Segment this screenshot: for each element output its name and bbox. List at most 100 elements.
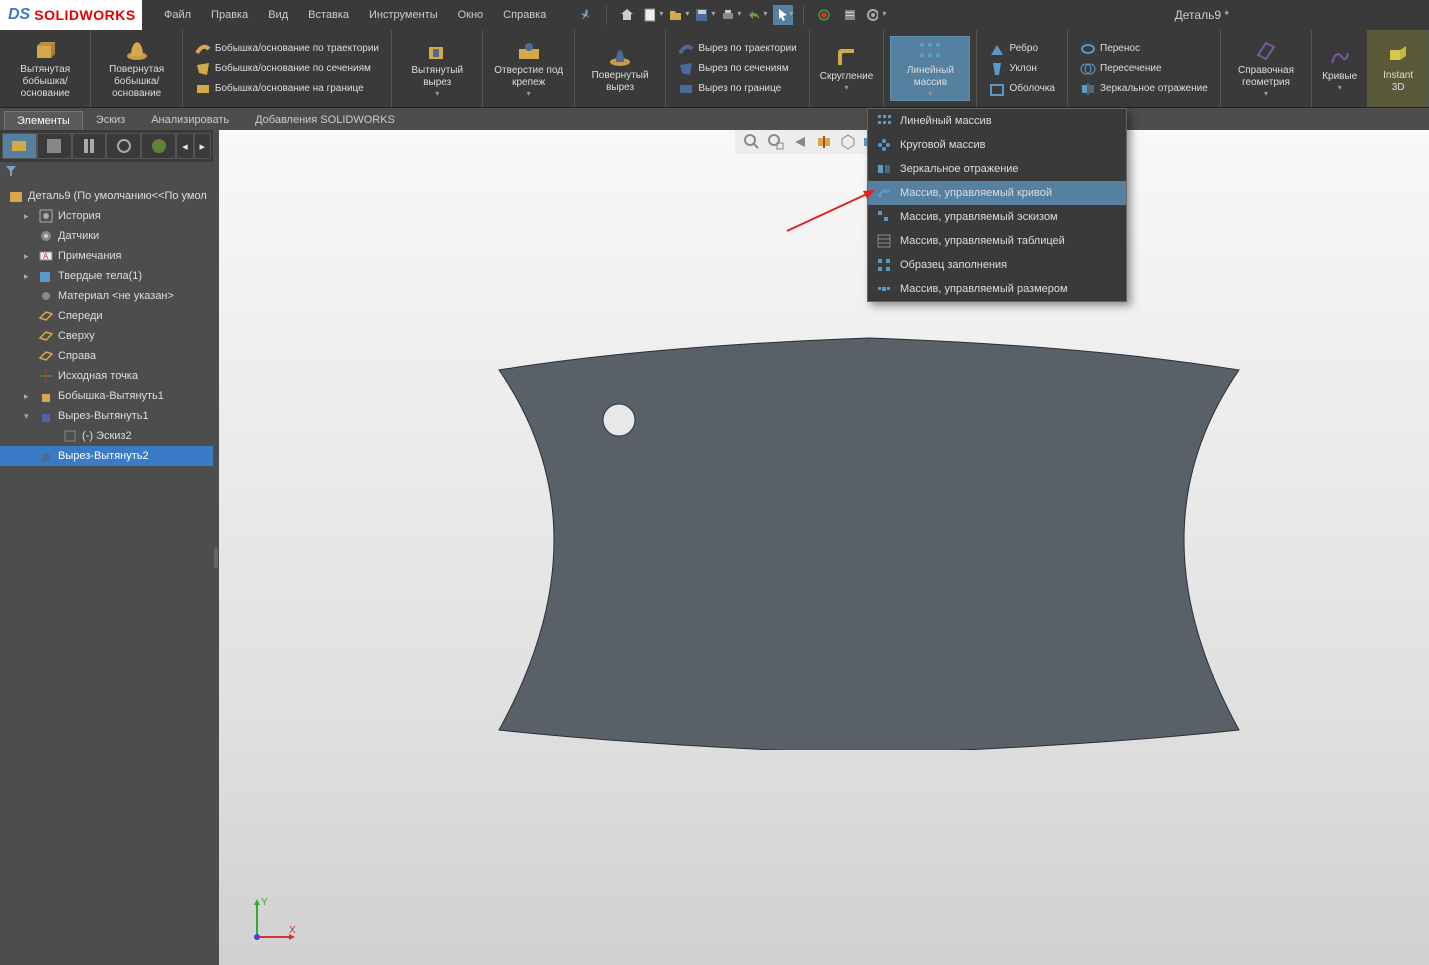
pattern-menu-item[interactable]: Зеркальное отражение	[868, 157, 1126, 181]
tab-sketch[interactable]: Эскиз	[83, 110, 138, 130]
tab-addins[interactable]: Добавления SOLIDWORKS	[242, 110, 408, 130]
menu-file[interactable]: Файл	[154, 0, 201, 30]
pattern-menu-item[interactable]: Массив, управляемый эскизом	[868, 205, 1126, 229]
dropdown-arrow-icon[interactable]: ▾	[928, 89, 932, 98]
tree-tab-feature[interactable]	[2, 133, 37, 159]
curves-label: Кривые	[1322, 71, 1357, 83]
expand-icon[interactable]: ▾	[24, 411, 34, 422]
menu-window[interactable]: Окно	[448, 0, 494, 30]
tree-tab-prev[interactable]: ◂	[176, 133, 193, 159]
undo-icon[interactable]	[747, 5, 767, 25]
hole-wizard-button[interactable]: Отверстие под крепеж ▾	[489, 37, 567, 100]
tree-item[interactable]: Спереди	[0, 306, 213, 326]
pattern-menu-label: Массив, управляемый размером	[900, 283, 1068, 295]
dropdown-arrow-icon[interactable]: ▾	[527, 89, 531, 98]
pattern-menu-item[interactable]: Массив, управляемый таблицей	[868, 229, 1126, 253]
swept-cut-button[interactable]: Вырез по траектории	[676, 40, 798, 58]
ref-geometry-button[interactable]: Справочная геометрия ▾	[1227, 37, 1305, 100]
mirror-button[interactable]: Зеркальное отражение	[1078, 80, 1210, 98]
menu-help[interactable]: Справка	[493, 0, 556, 30]
home-icon[interactable]	[617, 5, 637, 25]
menu-view[interactable]: Вид	[258, 0, 298, 30]
print-icon[interactable]	[721, 5, 741, 25]
tab-analyze[interactable]: Анализировать	[138, 110, 242, 130]
view-orientation-icon[interactable]	[837, 131, 859, 153]
tree-item[interactable]: Датчики	[0, 226, 213, 246]
tree-tab-property[interactable]	[37, 133, 72, 159]
select-icon[interactable]	[773, 5, 793, 25]
tree-item-label: Примечания	[58, 250, 122, 262]
revolved-boss-icon	[125, 38, 149, 62]
curves-button[interactable]: Кривые ▾	[1318, 43, 1361, 94]
intersect-button[interactable]: Пересечение	[1078, 60, 1210, 78]
tree-item[interactable]: Сверху	[0, 326, 213, 346]
tree-tab-next[interactable]: ▸	[194, 133, 211, 159]
expand-icon[interactable]: ▸	[24, 271, 34, 282]
pattern-menu-item[interactable]: Круговой массив	[868, 133, 1126, 157]
extruded-boss-button[interactable]: Вытянутая бобышка/основание	[6, 36, 84, 102]
pattern-type-icon	[876, 257, 892, 273]
viewport-3d[interactable]: ▾ ▾ Y X	[219, 130, 1429, 965]
tree-item[interactable]: Материал <не указан>	[0, 286, 213, 306]
expand-icon[interactable]: ▸	[24, 211, 34, 222]
expand-icon[interactable]: ▸	[24, 391, 34, 402]
tree-item[interactable]: ▾Вырез-Вытянуть1	[0, 406, 213, 426]
open-file-icon[interactable]	[669, 5, 689, 25]
tree-tab-dimxpert[interactable]	[106, 133, 141, 159]
lofted-cut-button[interactable]: Вырез по сечениям	[676, 60, 798, 78]
tree-item[interactable]: Справа	[0, 346, 213, 366]
pin-icon[interactable]	[576, 5, 596, 25]
rebuild-icon[interactable]	[814, 5, 834, 25]
dropdown-arrow-icon[interactable]: ▾	[1338, 83, 1342, 92]
revolved-boss-button[interactable]: Повернутая бобышка/основание	[97, 36, 175, 102]
fillet-button[interactable]: Скругление ▾	[816, 43, 878, 94]
tree-root[interactable]: Деталь9 (По умолчанию<<По умол	[0, 186, 213, 206]
shell-button[interactable]: Оболочка	[987, 80, 1057, 98]
revolved-cut-button[interactable]: Повернутый вырез	[581, 42, 659, 96]
model-part[interactable]	[489, 330, 1249, 750]
boundary-boss-button[interactable]: Бобышка/основание на границе	[193, 80, 381, 98]
instant3d-button[interactable]: Instant 3D	[1374, 42, 1422, 96]
tree-item[interactable]: ▸Твердые тела(1)	[0, 266, 213, 286]
dropdown-arrow-icon[interactable]: ▾	[435, 89, 439, 98]
dropdown-arrow-icon[interactable]: ▾	[844, 83, 848, 92]
menu-insert[interactable]: Вставка	[298, 0, 359, 30]
menu-edit[interactable]: Правка	[201, 0, 258, 30]
tree-item[interactable]: Вырез-Вытянуть2	[0, 446, 213, 466]
tree-item-label: Справа	[58, 350, 96, 362]
lofted-boss-button[interactable]: Бобышка/основание по сечениям	[193, 60, 381, 78]
new-file-icon[interactable]	[643, 5, 663, 25]
tree-item[interactable]: ▸AПримечания	[0, 246, 213, 266]
draft-button[interactable]: Уклон	[987, 60, 1057, 78]
tree-filter[interactable]	[0, 162, 213, 184]
swept-cut-icon	[678, 41, 694, 57]
pattern-menu-item[interactable]: Массив, управляемый размером	[868, 277, 1126, 301]
section-view-icon[interactable]	[813, 131, 835, 153]
dropdown-arrow-icon[interactable]: ▾	[1264, 89, 1268, 98]
expand-icon[interactable]: ▸	[24, 251, 34, 262]
pattern-menu-item[interactable]: Массив, управляемый кривой	[868, 181, 1126, 205]
swept-boss-button[interactable]: Бобышка/основание по траектории	[193, 40, 381, 58]
pattern-menu-item[interactable]: Линейный массив	[868, 109, 1126, 133]
pattern-menu-item[interactable]: Образец заполнения	[868, 253, 1126, 277]
rib-button[interactable]: Ребро	[987, 40, 1057, 58]
tab-features[interactable]: Элементы	[4, 111, 83, 130]
zoom-area-icon[interactable]	[765, 131, 787, 153]
tree-item[interactable]: (-) Эскиз2	[0, 426, 213, 446]
boundary-cut-button[interactable]: Вырез по границе	[676, 80, 798, 98]
zoom-fit-icon[interactable]	[741, 131, 763, 153]
save-icon[interactable]	[695, 5, 715, 25]
settings-gear-icon[interactable]	[866, 5, 886, 25]
linear-pattern-button[interactable]: Линейный массив ▾	[890, 36, 970, 101]
tree-tab-display[interactable]	[141, 133, 176, 159]
menu-tools[interactable]: Инструменты	[359, 0, 448, 30]
extruded-cut-label: Вытянутый вырез	[402, 65, 472, 89]
tree-item[interactable]: ▸История	[0, 206, 213, 226]
tree-item[interactable]: Исходная точка	[0, 366, 213, 386]
options-icon[interactable]	[840, 5, 860, 25]
wrap-button[interactable]: Перенос	[1078, 40, 1210, 58]
previous-view-icon[interactable]	[789, 131, 811, 153]
tree-tab-config[interactable]	[72, 133, 107, 159]
extruded-cut-button[interactable]: Вытянутый вырез ▾	[398, 37, 476, 100]
tree-item[interactable]: ▸Бобышка-Вытянуть1	[0, 386, 213, 406]
